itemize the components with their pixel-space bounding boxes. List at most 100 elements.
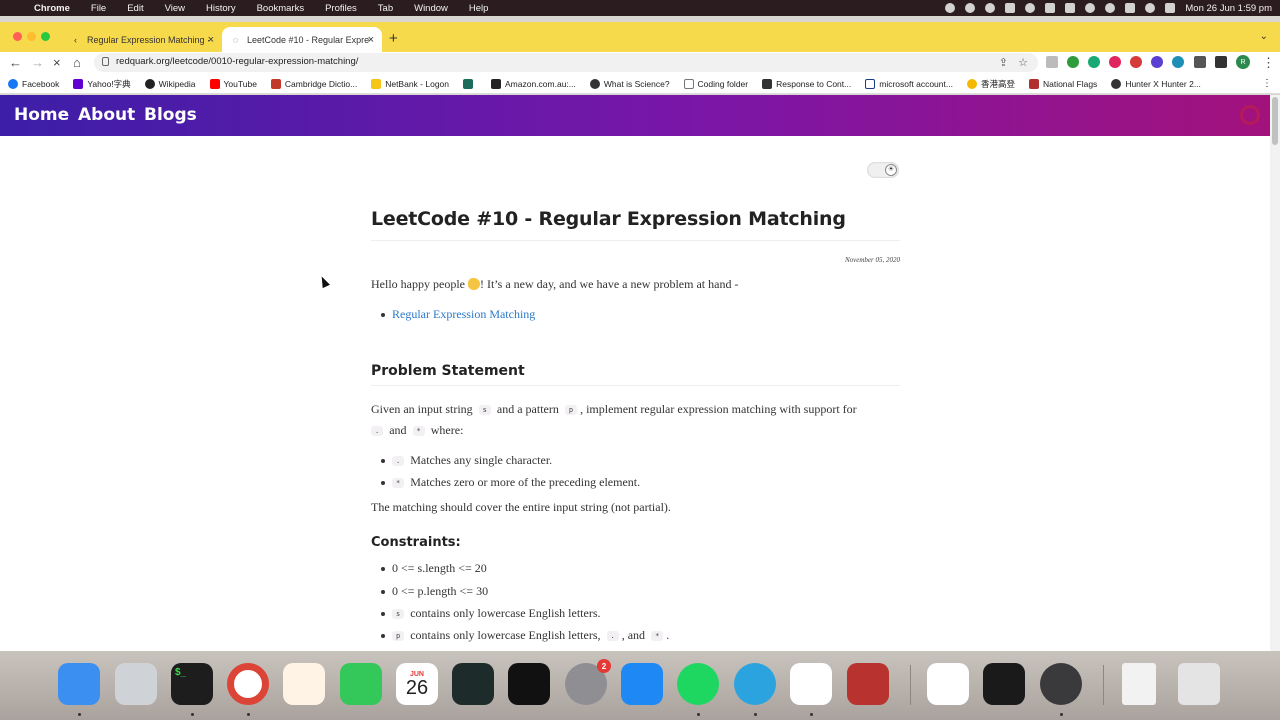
youtube-icon [209,78,220,89]
app-store-icon[interactable] [621,663,663,705]
activity-monitor-icon[interactable] [452,663,494,705]
window-zoom-button[interactable] [41,32,50,41]
teal-extension-icon[interactable] [1172,56,1184,68]
android-studio-icon[interactable] [983,663,1025,705]
purple-extension-icon[interactable] [1151,56,1163,68]
chrome-icon[interactable] [227,663,269,705]
red-extension-icon[interactable] [1130,56,1142,68]
address-bar[interactable]: redquark.org/leetcode/0010-regular-expre… [94,53,1038,72]
tab-close-icon[interactable]: × [368,34,374,46]
bookmark-what-is-science[interactable]: What is Science? [589,78,670,89]
nav-blogs-link[interactable]: Blogs [144,105,197,125]
bookmark-star-icon[interactable]: ☆ [1018,56,1028,69]
record-status-icon[interactable] [945,3,956,13]
menu-view[interactable]: View [165,3,185,14]
side-panel-icon[interactable] [1215,56,1227,68]
menu-tab[interactable]: Tab [378,3,393,14]
stop-loading-icon[interactable]: × [53,55,61,70]
control-center-icon[interactable] [1125,3,1136,13]
theme-toggle[interactable]: ☀ [867,162,899,178]
home-icon[interactable]: ⌂ [73,55,81,70]
download-extension-icon[interactable] [1067,56,1079,68]
notification-center-icon[interactable] [1165,3,1176,13]
calendar-icon[interactable]: JUN 26 [396,663,438,705]
user-status-icon[interactable] [1105,3,1116,13]
finder-icon[interactable] [58,663,100,705]
bookmark-wikipedia[interactable]: Wikipedia [144,78,196,89]
cloud-status-icon[interactable] [1005,3,1016,13]
menu-bookmarks[interactable]: Bookmarks [257,3,305,14]
bookmark-response[interactable]: Response to Cont... [762,78,851,89]
profile-avatar[interactable]: R [1236,55,1250,69]
vscode-recent-icon[interactable] [927,663,969,705]
battery-icon[interactable] [1065,3,1076,13]
bookmarks-overflow-icon[interactable]: ⋮ [1262,78,1272,89]
pdf-document-icon[interactable] [1122,663,1156,705]
bookmark-netbank[interactable]: NetBank - Logon [371,78,449,89]
quicktime-icon[interactable] [1040,663,1082,705]
new-tab-icon[interactable]: + [389,30,398,47]
grammar-extension-icon[interactable] [1088,56,1100,68]
tab-leetcode-10[interactable]: ◌ LeetCode #10 - Regular Expre × [222,27,382,52]
menu-app-name[interactable]: Chrome [34,3,70,14]
tab-regular-expression[interactable]: ‹ Regular Expression Matching · × [62,27,222,52]
nav-about-link[interactable]: About [78,105,135,125]
extensions-puzzle-icon[interactable] [1194,56,1206,68]
apple-tv-icon[interactable] [508,663,550,705]
spotify-icon[interactable] [677,663,719,705]
system-settings-icon[interactable]: 2 [565,659,611,705]
window-close-button[interactable] [13,32,22,41]
chrome-menu-icon[interactable]: ⋮ [1262,55,1275,71]
tab-close-icon[interactable]: × [208,34,214,46]
bookmark-yahoo[interactable]: Yahoo!字典 [73,78,131,90]
menu-bar-clock[interactable]: Mon 26 Jun 1:59 pm [1185,3,1272,14]
menu-file[interactable]: File [91,3,106,14]
telegram-status-icon[interactable] [965,3,976,13]
wifi-icon[interactable] [1085,3,1096,13]
share-icon[interactable]: ⇪ [999,56,1008,69]
bookmark-facebook[interactable]: Facebook [8,78,59,89]
bookmark-hunter[interactable]: Hunter X Hunter 2... [1111,78,1201,89]
bookmark-coding-folder[interactable]: Coding folder [683,78,748,89]
post-date: November 05, 2020 [844,256,900,264]
bookmark-cambridge[interactable]: Cambridge Dictio... [270,78,357,89]
pinterest-extension-icon[interactable] [1109,56,1121,68]
menu-history[interactable]: History [206,3,236,14]
list-bullet [381,612,385,616]
input-source-icon[interactable] [1045,3,1056,13]
bookmark-microsoft[interactable]: microsoft account... [865,78,953,89]
constraint-item: 0 <= p.length <= 30 [392,584,489,598]
tab-search-chevron-icon[interactable]: ⌄ [1260,31,1268,42]
nav-home-link[interactable]: Home [14,105,69,125]
page-scrollbar[interactable] [1270,95,1280,651]
trash-icon[interactable] [1178,663,1220,705]
scrollbar-thumb[interactable] [1272,97,1278,145]
lock-icon[interactable] [102,57,109,66]
terminal-icon[interactable]: $_ [171,663,213,705]
bookmark-national-flags[interactable]: National Flags [1028,78,1097,89]
photos-icon[interactable] [283,663,325,705]
menu-help[interactable]: Help [469,3,489,14]
back-arrow-icon[interactable]: ← [9,55,22,70]
bookmark-youtube[interactable]: YouTube [209,78,257,89]
menu-window[interactable]: Window [414,3,448,14]
telegram-icon[interactable] [734,663,776,705]
menu-profiles[interactable]: Profiles [325,3,357,14]
launchpad-icon[interactable] [115,663,157,705]
bookmark-unlabeled[interactable] [463,78,477,89]
bookmark-hkgolden[interactable]: 香港高登 [966,78,1015,90]
dictionary-icon[interactable] [847,663,889,705]
github-icon[interactable] [1240,105,1260,125]
font-extension-icon[interactable] [1046,56,1058,68]
chrome-status-icon[interactable] [985,3,996,13]
window-minimize-button[interactable] [27,32,36,41]
facetime-icon[interactable] [340,663,382,705]
forward-arrow-icon[interactable]: → [31,55,44,70]
address-bar-url[interactable]: redquark.org/leetcode/0010-regular-expre… [116,56,358,67]
menu-edit[interactable]: Edit [127,3,143,14]
spotlight-search-icon[interactable] [1145,3,1156,13]
bluetooth-icon[interactable] [1025,3,1036,13]
bookmark-amazon[interactable]: Amazon.com.au:... [491,78,576,89]
problem-link[interactable]: Regular Expression Matching [392,307,535,322]
vscode-icon[interactable] [790,663,832,705]
